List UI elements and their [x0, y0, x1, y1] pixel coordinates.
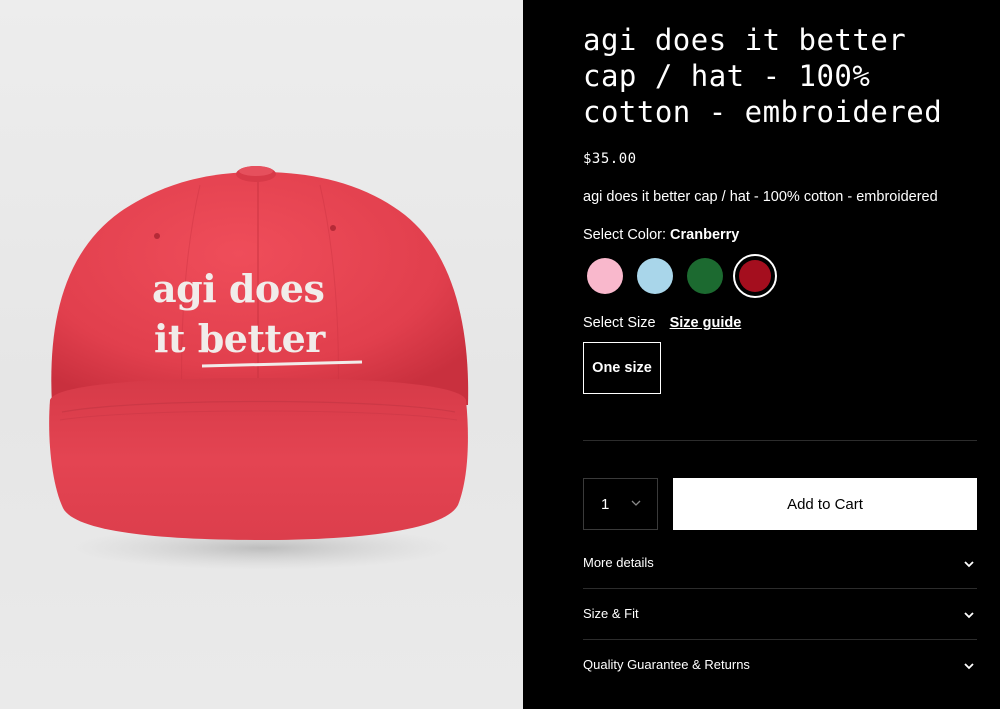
product-title-line: cotton - embroidered [583, 95, 943, 129]
chevron-down-icon [964, 561, 974, 568]
swatch-dot [587, 258, 623, 294]
product-title-line: agi does it better [583, 23, 907, 57]
cap-illustration: agi does it better [49, 166, 469, 570]
chevron-down-icon [964, 612, 974, 619]
size-option-button[interactable]: One size [583, 342, 661, 394]
accordion-label: More details [583, 555, 654, 570]
accordion-more-details[interactable]: More details [583, 555, 977, 570]
chevron-down-icon [964, 663, 974, 670]
product-title-line: cap / hat - 100% [583, 59, 871, 93]
divider [583, 639, 977, 640]
product-description: agi does it better cap / hat - 100% cott… [583, 189, 938, 205]
cap-text-line1: agi does [152, 266, 324, 311]
swatch-cranberry[interactable] [733, 254, 777, 298]
product-price: $35.00 [583, 151, 637, 167]
swatch-light-blue[interactable] [633, 254, 677, 298]
cap-brim [49, 378, 468, 540]
swatch-dot [637, 258, 673, 294]
quantity-select[interactable]: 1 [583, 478, 658, 530]
size-label: Select Size [583, 315, 656, 331]
accordion-quality-returns[interactable]: Quality Guarantee & Returns [583, 657, 977, 672]
add-to-cart-button[interactable]: Add to Cart [673, 478, 977, 530]
color-swatches [583, 254, 783, 298]
swatch-green[interactable] [683, 254, 727, 298]
size-guide-link[interactable]: Size guide [670, 315, 742, 331]
chevron-down-icon [631, 500, 641, 506]
selected-color-name: Cranberry [670, 227, 740, 243]
color-label-text: Select Color: [583, 227, 667, 243]
cap-text-line2: it better [154, 316, 326, 361]
cap-eyelet-left [154, 233, 160, 239]
quantity-value: 1 [601, 495, 610, 513]
size-row: Select Size Size guide [583, 315, 741, 331]
product-details: agi does it better cap / hat - 100% cott… [523, 0, 1000, 709]
product-image: agi does it better [0, 0, 523, 709]
color-label: Select Color: Cranberry [583, 227, 739, 243]
swatch-dot [739, 260, 771, 292]
product-title: agi does it better cap / hat - 100% cott… [583, 22, 983, 130]
accordion-label: Quality Guarantee & Returns [583, 657, 750, 672]
cap-eyelet-right [330, 225, 336, 231]
swatch-dot [687, 258, 723, 294]
accordion-size-fit[interactable]: Size & Fit [583, 606, 977, 621]
divider [583, 440, 977, 441]
product-page: agi does it better agi does it better ca… [0, 0, 1000, 709]
swatch-pink[interactable] [583, 254, 627, 298]
divider [583, 588, 977, 589]
accordion-label: Size & Fit [583, 606, 639, 621]
